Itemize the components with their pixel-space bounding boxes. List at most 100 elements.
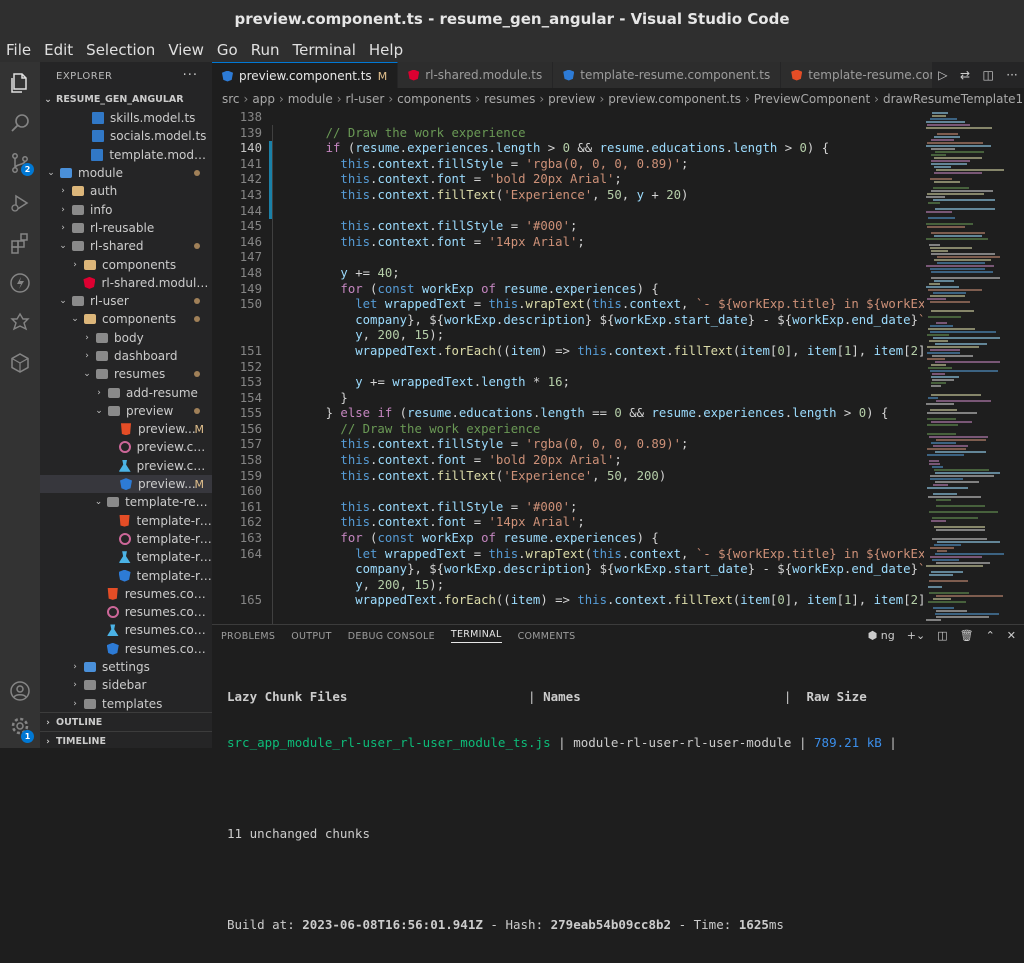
tree-item[interactable]: ⌄ module — [40, 164, 212, 182]
tree-item[interactable]: socials.model.ts — [40, 127, 212, 145]
panel-tab-comments[interactable]: COMMENTS — [518, 631, 576, 642]
search-icon[interactable] — [8, 111, 32, 135]
tree-item[interactable]: › sidebar — [40, 676, 212, 694]
tree-item[interactable]: › templates — [40, 695, 212, 713]
tree-item[interactable]: template-res... — [40, 548, 212, 566]
tree-item[interactable]: ⌄ template-resu... — [40, 493, 212, 511]
explorer-icon[interactable] — [8, 71, 32, 95]
minimap-line — [932, 559, 959, 561]
split-editor-icon[interactable]: ◫ — [982, 68, 993, 82]
tree-item[interactable]: ⌄ rl-user — [40, 292, 212, 310]
breadcrumb-item[interactable]: preview.component.ts — [608, 92, 741, 106]
menu-run[interactable]: Run — [245, 41, 287, 59]
tree-item[interactable]: resumes.comp... — [40, 640, 212, 658]
minimap-line — [930, 331, 996, 333]
new-terminal-icon[interactable]: +⌄ — [907, 629, 925, 642]
remote-explorer-icon[interactable] — [8, 351, 32, 375]
tree-item[interactable]: template-res... — [40, 512, 212, 530]
tree-item[interactable]: preview... M — [40, 420, 212, 438]
more-actions-icon[interactable]: ··· — [183, 68, 198, 83]
menu-view[interactable]: View — [162, 41, 211, 59]
tree-item-label: preview — [126, 403, 174, 418]
outline-section[interactable]: › OUTLINE — [40, 712, 212, 732]
tree-item[interactable]: ⌄ components — [40, 310, 212, 328]
tree-item[interactable]: › add-resume — [40, 383, 212, 401]
tree-item[interactable]: › body — [40, 329, 212, 347]
tree-item[interactable]: › info — [40, 200, 212, 218]
breadcrumb-item[interactable]: drawResumeTemplate1 — [883, 92, 1023, 106]
breadcrumb-item[interactable]: app — [252, 92, 275, 106]
terminal-output[interactable]: Lazy Chunk Files | Names | Raw Size src_… — [227, 659, 1024, 963]
menu-go[interactable]: Go — [211, 41, 245, 59]
code-line: for (const workExp of resume.experiences… — [340, 531, 659, 546]
tree-item[interactable]: template.model.ts — [40, 146, 212, 164]
breadcrumb-item[interactable]: rl-user — [346, 92, 385, 106]
tree-item[interactable]: › settings — [40, 658, 212, 676]
tree-item[interactable]: › rl-reusable — [40, 219, 212, 237]
tree-item[interactable]: resumes.comp... — [40, 585, 212, 603]
tree-item[interactable]: resumes.comp... — [40, 603, 212, 621]
menu-selection[interactable]: Selection — [80, 41, 162, 59]
trash-icon[interactable]: 🗑 — [960, 629, 974, 642]
minimap[interactable] — [924, 110, 1024, 624]
tree-item[interactable]: ⌄ rl-shared — [40, 237, 212, 255]
tree-item-label: preview... — [138, 422, 196, 437]
tree-item[interactable]: preview... M — [40, 474, 212, 494]
breadcrumb-item[interactable]: PreviewComponent — [754, 92, 870, 106]
breadcrumb-item[interactable]: components — [397, 92, 471, 106]
testing-icon[interactable] — [8, 311, 32, 335]
run-icon[interactable]: ▷ — [938, 68, 947, 82]
tab-2[interactable]: template-resume.component.ts — [553, 62, 782, 88]
code-editor[interactable]: 138 139 140 141 142 143 144 145 146 147 148 149 150 1… — [212, 110, 924, 624]
menu-edit[interactable]: Edit — [38, 41, 80, 59]
terminal-ng-icon[interactable]: ⬢ ng — [868, 629, 895, 642]
breadcrumb-item[interactable]: src — [222, 92, 240, 106]
breadcrumb-item[interactable]: module — [288, 92, 333, 106]
tree-item[interactable]: template-res... — [40, 566, 212, 584]
tree-item[interactable]: template-res... — [40, 530, 212, 548]
extensions-icon[interactable] — [8, 231, 32, 255]
tree-item[interactable]: › auth — [40, 182, 212, 200]
tree-item[interactable]: rl-shared.module.ts — [40, 274, 212, 292]
menu-terminal[interactable]: Terminal — [287, 41, 363, 59]
timeline-section[interactable]: › TIMELINE — [40, 731, 212, 748]
project-header[interactable]: ⌄ RESUME_GEN_ANGULAR — [40, 90, 212, 109]
maximize-panel-icon[interactable]: ⌃ — [986, 629, 995, 642]
tree-item[interactable]: ⌄ preview — [40, 402, 212, 420]
minimap-line — [927, 346, 979, 348]
tree-item[interactable]: ⌄ resumes — [40, 365, 212, 383]
minimap-line — [935, 361, 1000, 363]
panel-tab-problems[interactable]: PROBLEMS — [221, 631, 275, 642]
tree-item[interactable]: skills.model.ts — [40, 109, 212, 127]
minimap-line — [932, 112, 948, 114]
tree-item-label: resumes.comp... — [124, 641, 212, 656]
run-debug-icon[interactable] — [8, 191, 32, 215]
tree-item[interactable]: resumes.comp... — [40, 621, 212, 639]
project-name: RESUME_GEN_ANGULAR — [56, 94, 184, 105]
menu-help[interactable]: Help — [363, 41, 410, 59]
more-icon[interactable]: ··· — [1006, 68, 1017, 82]
tab-0[interactable]: preview.component.ts M — [212, 62, 399, 88]
compare-icon[interactable]: ⇄ — [960, 68, 970, 82]
minimap-line — [927, 193, 984, 195]
tree-item[interactable]: preview.com... — [40, 438, 212, 456]
panel-tab-debug-console[interactable]: DEBUG CONSOLE — [348, 631, 435, 642]
tab-1[interactable]: rl-shared.module.ts — [398, 62, 554, 88]
panel-tab-output[interactable]: OUTPUT — [291, 631, 332, 642]
close-icon[interactable]: ✕ — [1007, 629, 1016, 642]
minimap-line — [928, 397, 938, 399]
tree-item[interactable]: › dashboard — [40, 347, 212, 365]
panel-tab-terminal[interactable]: TERMINAL — [450, 629, 502, 643]
accounts-icon[interactable] — [8, 679, 32, 703]
lightning-icon[interactable] — [8, 271, 32, 295]
code-line: } else if (resume.educations.length == 0… — [296, 406, 889, 421]
code-line: wrappedText.forEach((item) => this.conte… — [355, 343, 924, 358]
split-terminal-icon[interactable]: ◫ — [937, 629, 947, 642]
breadcrumb-item[interactable]: resumes — [484, 92, 535, 106]
chevron-right-icon: › — [475, 92, 481, 106]
line-number: 158 — [239, 453, 262, 468]
tree-item[interactable]: › components — [40, 255, 212, 273]
menu-file[interactable]: File — [0, 41, 38, 59]
tree-item[interactable]: preview.com... — [40, 457, 212, 475]
breadcrumb-item[interactable]: preview — [548, 92, 595, 106]
